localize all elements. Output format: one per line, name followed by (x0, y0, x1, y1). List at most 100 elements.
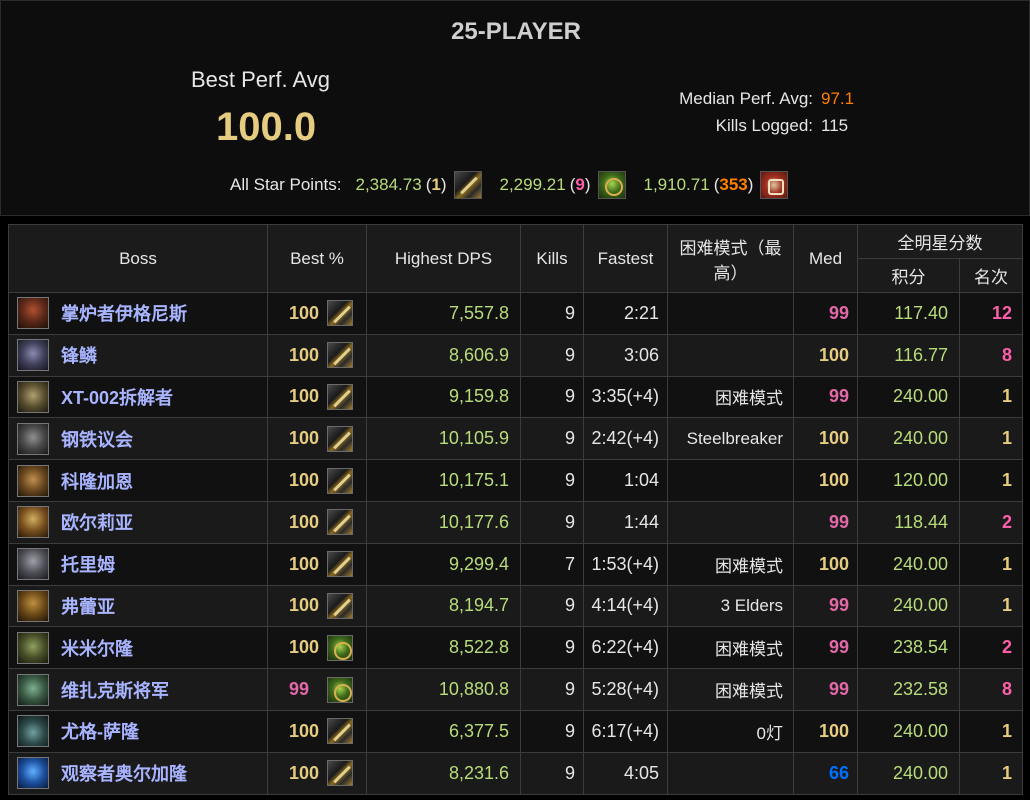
boss-portrait-icon (17, 297, 49, 330)
allstar-rank-value[interactable]: 8 (959, 333, 1023, 377)
table-row[interactable]: 掌炉者伊格尼斯 100 7,557.8 9 2:21 99 117.40 12 (8, 292, 1023, 335)
rogue-combat-icon[interactable] (327, 342, 353, 369)
highest-dps-value[interactable]: 10,175.1 (366, 459, 521, 502)
allstar-rank-value[interactable]: 1 (959, 751, 1023, 795)
allstar-rank-value[interactable]: 12 (959, 292, 1023, 335)
rogue-combat-icon[interactable] (327, 551, 353, 578)
boss-name-link[interactable]: 米米尔隆 (61, 635, 133, 661)
fastest-kill-value[interactable]: 4:05 (583, 751, 668, 795)
rogue-combat-icon[interactable] (327, 718, 353, 745)
fastest-kill-value[interactable]: 5:28(+4) (583, 668, 668, 711)
rogue-combat-icon[interactable] (327, 300, 353, 327)
rogue-combat-icon[interactable] (327, 592, 353, 619)
allstar-rank-value[interactable]: 1 (959, 375, 1023, 419)
fastest-kill-value[interactable]: 2:42(+4) (583, 417, 668, 461)
highest-dps-value[interactable]: 9,299.4 (366, 542, 521, 586)
col-header-points[interactable]: 积分 (857, 258, 960, 293)
rogue-combat-icon[interactable] (327, 467, 353, 494)
rogue-assassination-icon[interactable] (327, 634, 353, 661)
boss-name-link[interactable]: XT-002拆解者 (61, 384, 173, 410)
rogue-combat-icon[interactable] (453, 171, 482, 199)
median-value: 100 (793, 542, 858, 586)
allstar-points-value: 117.40 (857, 292, 960, 335)
table-row[interactable]: 锋鳞 100 8,606.9 9 3:06 100 116.77 8 (8, 333, 1023, 377)
col-header-hard-mode[interactable]: 困难模式（最高） (667, 224, 794, 293)
best-perf-label: Best Perf. Avg (191, 67, 331, 92)
boss-name-link[interactable]: 观察者奥尔加隆 (61, 760, 187, 786)
col-header-fastest[interactable]: Fastest (583, 224, 668, 293)
table-row[interactable]: 欧尔莉亚 100 10,177.6 9 1:44 99 118.44 2 (8, 500, 1023, 544)
rogue-assassination-icon[interactable] (597, 171, 626, 199)
col-header-best[interactable]: Best % (267, 224, 367, 293)
fastest-kill-value[interactable]: 4:14(+4) (583, 584, 668, 628)
fastest-kill-value[interactable]: 1:53(+4) (583, 542, 668, 586)
fastest-kill-value[interactable]: 3:35(+4) (583, 375, 668, 419)
boss-rankings-table-wrap: Boss Best % Highest DPS Kills Fastest 困难… (8, 224, 1023, 795)
boss-name-link[interactable]: 维扎克斯将军 (61, 677, 169, 703)
allstar-rank-value[interactable]: 1 (959, 542, 1023, 586)
col-header-kills[interactable]: Kills (520, 224, 584, 293)
table-row[interactable]: 维扎克斯将军 99 10,880.8 9 5:28(+4) 困难模式 99 232.58 8 (8, 668, 1023, 711)
boss-name-link[interactable]: 钢铁议会 (61, 426, 133, 452)
col-header-boss[interactable]: Boss (8, 224, 268, 293)
highest-dps-value[interactable]: 7,557.8 (366, 292, 521, 335)
fastest-kill-value[interactable]: 1:44 (583, 500, 668, 544)
table-row[interactable]: 观察者奥尔加隆 100 8,231.6 9 4:05 66 240.00 1 (8, 751, 1023, 795)
highest-dps-value[interactable]: 8,522.8 (366, 626, 521, 670)
hard-mode-value: 困难模式 (667, 375, 794, 419)
col-header-rank[interactable]: 名次 (959, 258, 1023, 293)
fastest-kill-value[interactable]: 3:06 (583, 333, 668, 377)
boss-name-link[interactable]: 尤格-萨隆 (61, 718, 139, 744)
fastest-kill-value[interactable]: 6:17(+4) (583, 709, 668, 753)
star-points-value: 2,384.73 (355, 175, 422, 194)
allstar-points-value: 240.00 (857, 542, 960, 586)
table-row[interactable]: 科隆加恩 100 10,175.1 9 1:04 100 120.00 1 (8, 459, 1023, 502)
allstar-rank-value[interactable]: 1 (959, 584, 1023, 628)
boss-name-link[interactable]: 弗蕾亚 (61, 593, 115, 619)
highest-dps-value[interactable]: 8,194.7 (366, 584, 521, 628)
rogue-combat-icon[interactable] (327, 425, 353, 452)
table-row[interactable]: 托里姆 100 9,299.4 7 1:53(+4) 困难模式 100 240.00 1 (8, 542, 1023, 586)
highest-dps-value[interactable]: 6,377.5 (366, 709, 521, 753)
col-header-med[interactable]: Med (793, 224, 858, 293)
hard-mode-value (667, 459, 794, 502)
highest-dps-value[interactable]: 10,177.6 (366, 500, 521, 544)
best-percent-value: 100 (289, 428, 320, 449)
col-header-dps[interactable]: Highest DPS (366, 224, 521, 293)
fastest-kill-value[interactable]: 6:22(+4) (583, 626, 668, 670)
table-row[interactable]: 尤格-萨隆 100 6,377.5 9 6:17(+4) 0灯 100 240.00 1 (8, 709, 1023, 753)
boss-name-link[interactable]: 掌炉者伊格尼斯 (61, 300, 187, 326)
table-row[interactable]: XT-002拆解者 100 9,159.8 9 3:35(+4) 困难模式 99 240.00… (8, 375, 1023, 419)
star-points-rank: 9 (575, 175, 585, 194)
allstar-rank-value[interactable]: 1 (959, 709, 1023, 753)
highest-dps-value[interactable]: 8,231.6 (366, 751, 521, 795)
rogue-combat-icon[interactable] (327, 509, 353, 536)
allstar-rank-value[interactable]: 8 (959, 668, 1023, 711)
allstar-points-value: 240.00 (857, 584, 960, 628)
boss-name-link[interactable]: 科隆加恩 (61, 468, 133, 494)
rogue-assassination-icon[interactable] (327, 676, 353, 703)
boss-name-link[interactable]: 托里姆 (61, 551, 115, 577)
highest-dps-value[interactable]: 10,105.9 (366, 417, 521, 461)
table-row[interactable]: 米米尔隆 100 8,522.8 9 6:22(+4) 困难模式 99 238.54 2 (8, 626, 1023, 670)
boss-portrait-icon (17, 506, 49, 539)
fastest-kill-value[interactable]: 2:21 (583, 292, 668, 335)
table-row[interactable]: 弗蕾亚 100 8,194.7 9 4:14(+4) 3 Elders 99 240.00 1 (8, 584, 1023, 628)
allstar-rank-value[interactable]: 1 (959, 459, 1023, 502)
boss-name-link[interactable]: 锋鳞 (61, 342, 97, 368)
allstar-rank-value[interactable]: 2 (959, 626, 1023, 670)
highest-dps-value[interactable]: 9,159.8 (366, 375, 521, 419)
allstar-rank-value[interactable]: 1 (959, 417, 1023, 461)
rogue-combat-icon[interactable] (327, 383, 353, 410)
highest-dps-value[interactable]: 10,880.8 (366, 668, 521, 711)
highest-dps-value[interactable]: 8,606.9 (366, 333, 521, 377)
raid-size-title[interactable]: 25-PLAYER (1, 18, 1030, 46)
boss-name-link[interactable]: 欧尔莉亚 (61, 509, 133, 535)
hard-mode-value: 3 Elders (667, 584, 794, 628)
allstar-rank-value[interactable]: 2 (959, 500, 1023, 544)
fastest-kill-value[interactable]: 1:04 (583, 459, 668, 502)
allstar-points-value: 240.00 (857, 751, 960, 795)
rogue-combat-icon[interactable] (327, 760, 353, 787)
table-row[interactable]: 钢铁议会 100 10,105.9 9 2:42(+4) Steelbreaker 100 2… (8, 417, 1023, 461)
rogue-subtlety-icon[interactable] (760, 171, 789, 199)
